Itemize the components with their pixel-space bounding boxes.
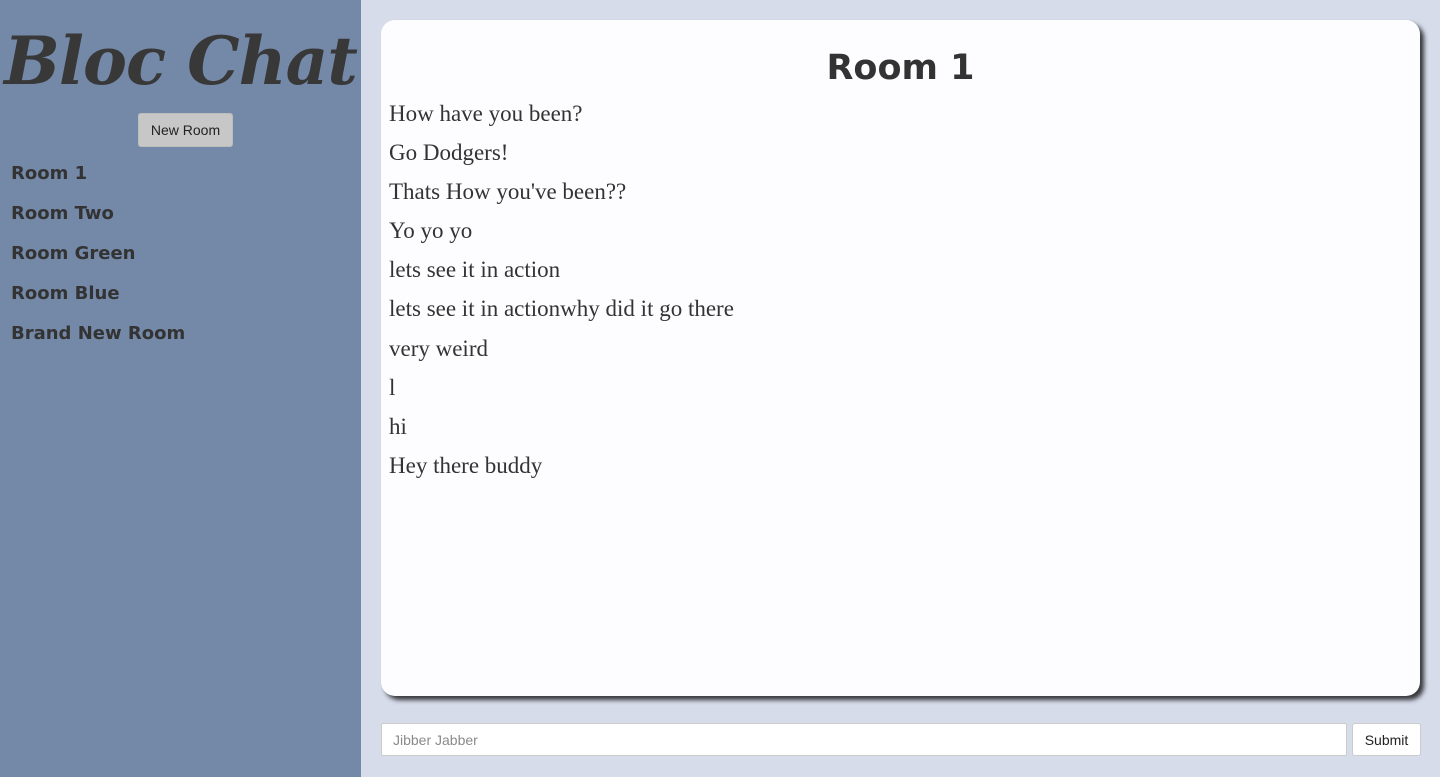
sidebar: Bloc Chat New Room Room 1 Room Two Room … (0, 0, 361, 777)
message-input[interactable] (381, 723, 1347, 756)
submit-button[interactable]: Submit (1352, 723, 1421, 756)
message-item: Thats How you've been?? (389, 179, 627, 205)
app-title: Bloc Chat (4, 22, 358, 100)
room-item-brand-new-room[interactable]: Brand New Room (11, 320, 185, 360)
message-item: lets see it in action (389, 257, 561, 283)
message-list: How have you been? Go Dodgers! Thats How… (389, 100, 734, 491)
room-item-room-green[interactable]: Room Green (11, 240, 185, 280)
message-item: lets see it in actionwhy did it go there (389, 296, 734, 322)
room-list: Room 1 Room Two Room Green Room Blue Bra… (11, 160, 185, 360)
room-item-room-blue[interactable]: Room Blue (11, 280, 185, 320)
chat-panel: Room 1 How have you been? Go Dodgers! Th… (381, 20, 1420, 696)
message-item: Go Dodgers! (389, 140, 509, 166)
message-item: very weird (389, 335, 488, 361)
room-title: Room 1 (826, 48, 975, 88)
message-item: How have you been? (389, 101, 583, 126)
room-item-room-1[interactable]: Room 1 (11, 160, 185, 200)
message-item: l (389, 374, 396, 400)
new-room-button[interactable]: New Room (138, 113, 233, 147)
message-item: Hey there buddy (389, 452, 543, 478)
message-item: hi (389, 413, 407, 439)
message-item: Yo yo yo (389, 218, 473, 244)
room-item-room-two[interactable]: Room Two (11, 200, 185, 240)
